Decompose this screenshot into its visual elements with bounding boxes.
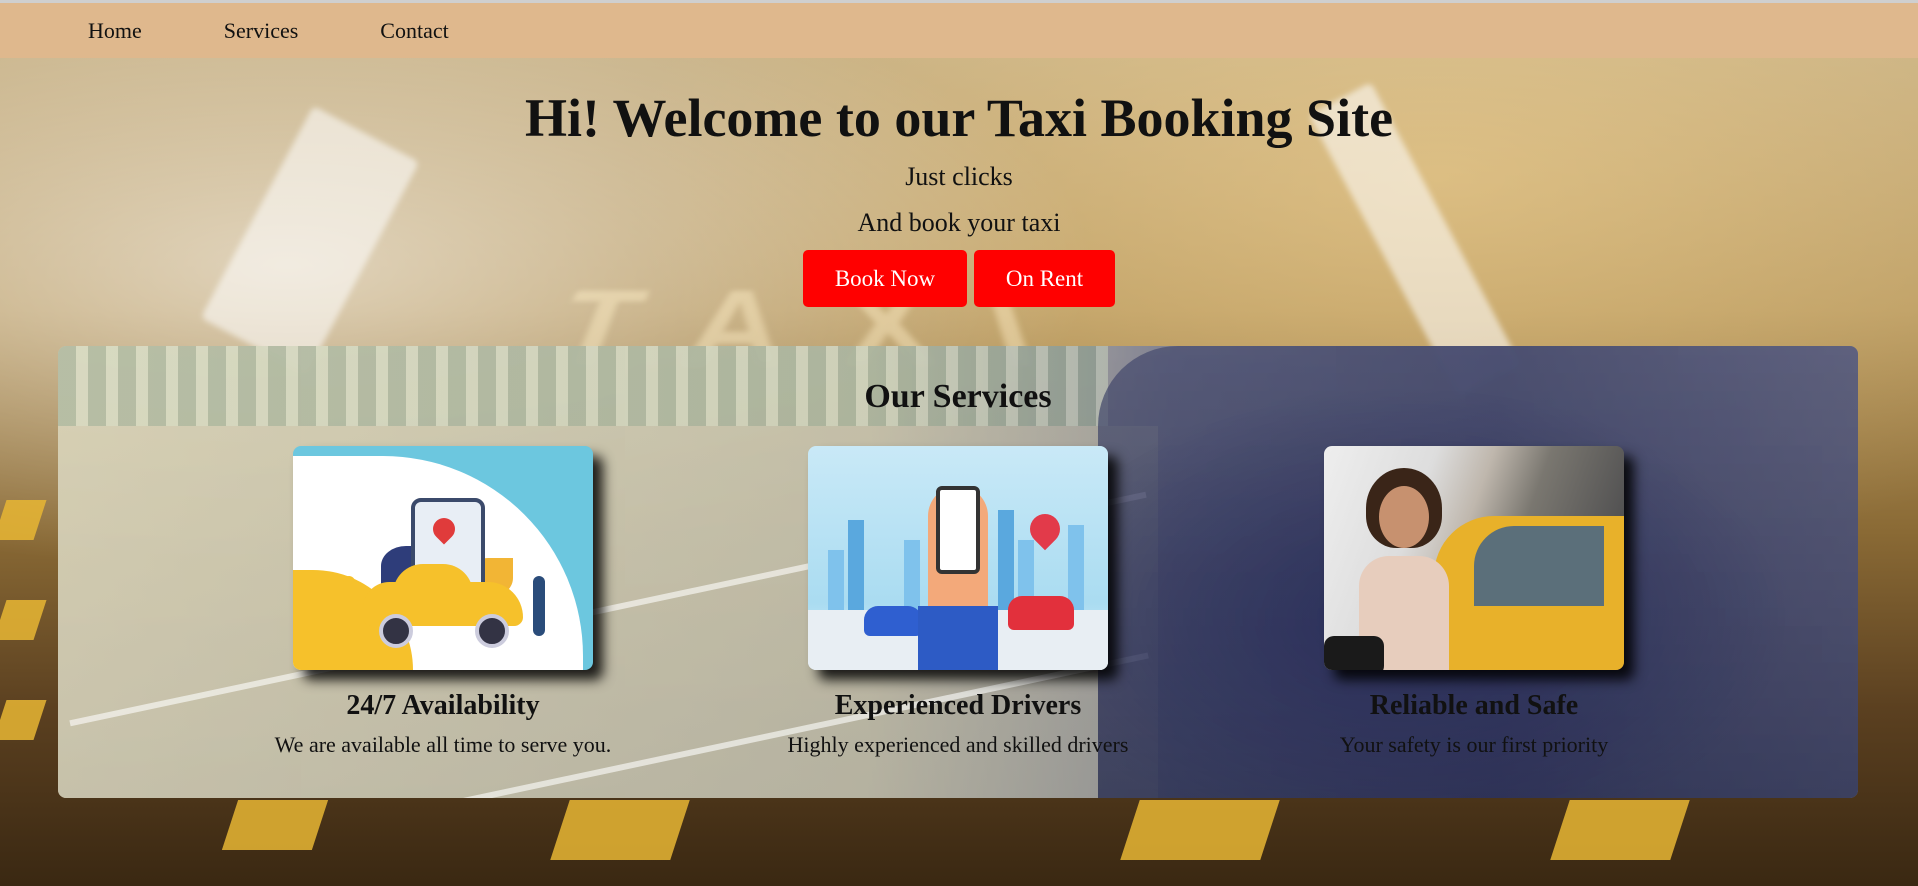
woman-entering-taxi-photo [1324,446,1624,670]
service-card-availability: 24/7 Availability We are available all t… [185,446,701,758]
road-marking [1120,800,1280,860]
taxi-app-illustration [293,446,593,670]
phone-map-illustration [808,446,1108,670]
service-card-drivers: Experienced Drivers Highly experienced a… [700,446,1216,758]
hero-subtitle: Just clicks [905,162,1013,191]
book-now-button[interactable]: Book Now [803,250,967,307]
road-marking [221,800,329,850]
hero-title: Hi! Welcome to our Taxi Booking Site [524,88,1394,148]
road-marking [0,600,47,640]
road-marking [0,700,47,740]
hero-button-group: Book Now On Rent [0,250,1918,307]
service-card-title: Reliable and Safe [1369,690,1579,721]
service-card-safety: Reliable and Safe Your safety is our fir… [1216,446,1732,758]
service-card-description: Highly experienced and skilled drivers [787,732,1129,757]
hero-section: Hi! Welcome to our Taxi Booking Site Jus… [0,58,1918,307]
nav-home-link[interactable]: Home [88,18,142,44]
on-rent-button[interactable]: On Rent [974,250,1115,307]
nav-services-link[interactable]: Services [224,18,299,44]
road-marking [550,800,690,860]
services-title: Our Services [864,378,1052,415]
road-marking [0,500,47,540]
road-marking [1550,800,1690,860]
service-card-description: Your safety is our first priority [1339,732,1609,757]
hero-tagline: And book your taxi [857,208,1061,237]
services-section: Our Services 24/7 Availability We are av… [58,346,1858,798]
service-card-title: Experienced Drivers [834,690,1082,721]
service-card-description: We are available all time to serve you. [274,732,612,757]
nav-contact-link[interactable]: Contact [380,18,448,44]
service-card-title: 24/7 Availability [346,690,540,721]
top-navbar: Home Services Contact [0,0,1918,58]
